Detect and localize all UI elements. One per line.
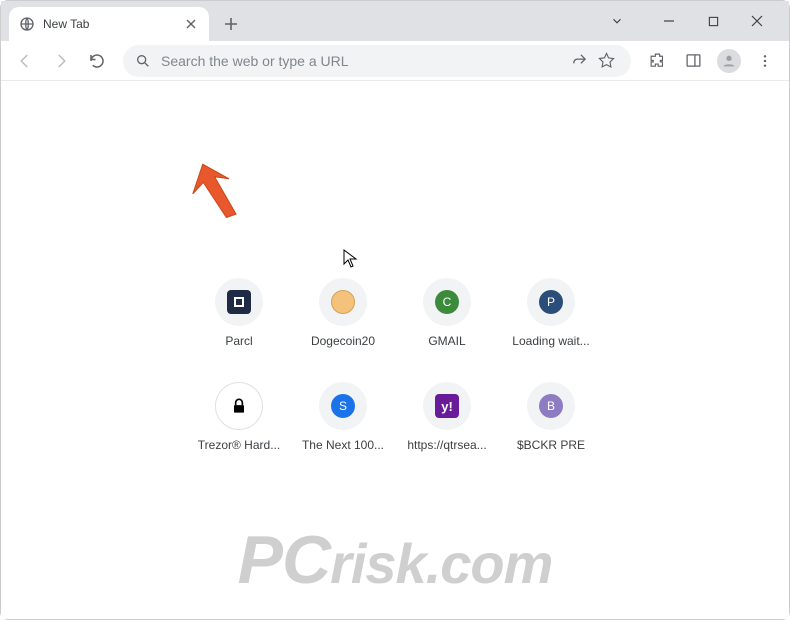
shortcut-label: Trezor® Hard... (198, 438, 280, 452)
address-input[interactable] (161, 53, 571, 69)
reload-button[interactable] (81, 45, 113, 77)
new-tab-button[interactable] (217, 10, 245, 38)
minimize-button[interactable] (655, 7, 683, 35)
shortcut-favicon: B (527, 382, 575, 430)
shortcut-favicon: P (527, 278, 575, 326)
shortcut-tile[interactable]: y! https://qtrsea... (395, 365, 499, 469)
shortcut-favicon (215, 278, 263, 326)
shortcut-label: Parcl (225, 334, 252, 348)
shortcut-favicon: S (319, 382, 367, 430)
shortcut-favicon: y! (423, 382, 471, 430)
globe-icon (19, 16, 35, 32)
shortcut-tile[interactable]: C GMAIL (395, 261, 499, 365)
new-tab-page: Parcl Dogecoin20 C GMAIL P Loading wait... Tre… (1, 81, 789, 619)
profile-avatar[interactable] (713, 45, 745, 77)
browser-tab[interactable]: New Tab (9, 7, 209, 41)
shortcut-label: Dogecoin20 (311, 334, 375, 348)
shortcut-tile[interactable]: B $BCKR PRE (499, 365, 603, 469)
tab-title: New Tab (43, 17, 183, 31)
shortcut-favicon (319, 278, 367, 326)
shortcut-tile[interactable]: S The Next 100... (291, 365, 395, 469)
shortcut-tile[interactable]: Parcl (187, 261, 291, 365)
shortcut-label: $BCKR PRE (517, 438, 585, 452)
browser-toolbar (1, 41, 789, 81)
watermark-c: C (282, 522, 330, 598)
window-titlebar: New Tab (1, 1, 789, 41)
arrow-annotation (187, 163, 241, 230)
watermark-text: PCrisk.com (238, 521, 553, 599)
watermark-p: P (238, 522, 282, 598)
shortcut-label: The Next 100... (302, 438, 384, 452)
shortcuts-grid: Parcl Dogecoin20 C GMAIL P Loading wait... Tre… (187, 261, 603, 469)
omnibox[interactable] (123, 45, 631, 77)
watermark-rest: risk.com (330, 532, 552, 595)
back-button[interactable] (9, 45, 41, 77)
menu-dots-icon[interactable] (749, 45, 781, 77)
close-tab-icon[interactable] (183, 16, 199, 32)
shortcut-label: GMAIL (428, 334, 465, 348)
shortcut-tile[interactable]: Dogecoin20 (291, 261, 395, 365)
forward-button[interactable] (45, 45, 77, 77)
share-icon[interactable] (571, 52, 588, 69)
avatar-icon (717, 49, 741, 73)
bookmark-star-icon[interactable] (598, 52, 615, 69)
search-icon (135, 53, 151, 69)
shortcut-tile[interactable]: Trezor® Hard... (187, 365, 291, 469)
shortcut-label: Loading wait... (512, 334, 589, 348)
side-panel-icon[interactable] (677, 45, 709, 77)
window-controls (603, 1, 789, 41)
tabs-dropdown-icon[interactable] (603, 7, 631, 35)
close-window-button[interactable] (743, 7, 771, 35)
shortcut-label: https://qtrsea... (407, 438, 486, 452)
shortcut-tile[interactable]: P Loading wait... (499, 261, 603, 365)
shortcut-favicon (215, 382, 263, 430)
shortcut-favicon: C (423, 278, 471, 326)
extensions-icon[interactable] (641, 45, 673, 77)
maximize-button[interactable] (699, 7, 727, 35)
